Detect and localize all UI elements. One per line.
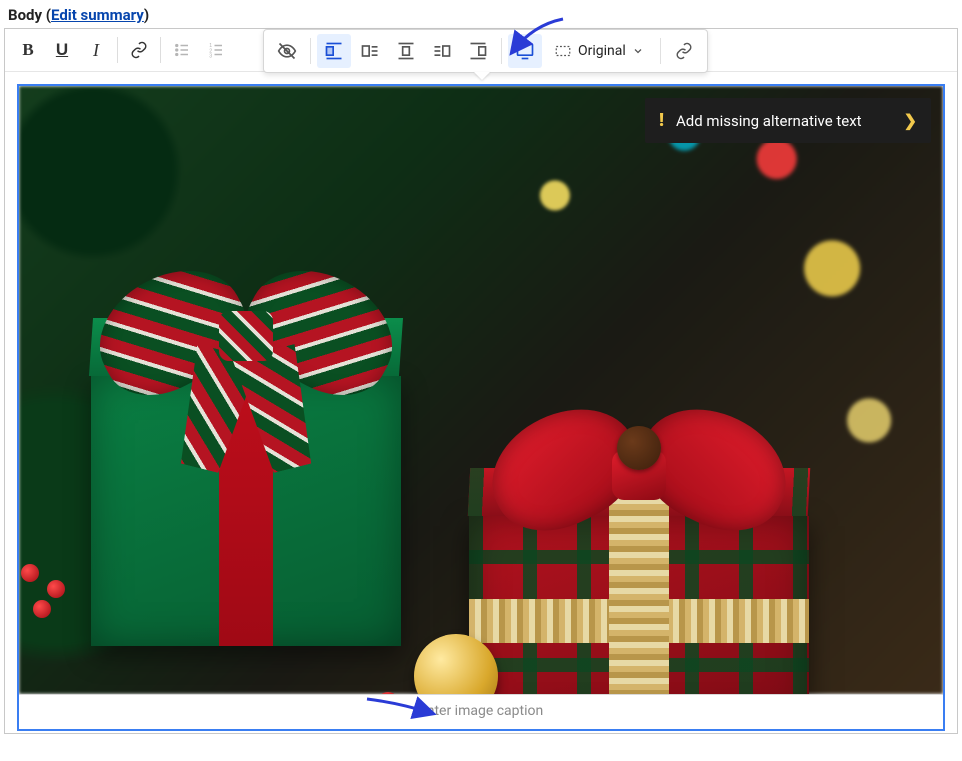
toolbar-divider [310,38,311,64]
align-center-icon [396,41,416,61]
align-left-button[interactable] [353,34,387,68]
toggle-caption-button[interactable] [270,34,304,68]
align-break-right-button[interactable] [461,34,495,68]
numbered-list-icon: 123 [207,41,225,59]
link-icon [675,42,693,60]
chevron-right-icon: ❯ [904,111,917,130]
align-left-icon [360,41,380,61]
chevron-down-icon [632,45,644,57]
resize-dropdown-label: Original [578,43,626,59]
toolbar-divider [501,38,502,64]
image-widget[interactable]: ! Add missing alternative text ❯ [17,84,945,731]
editor-content-area[interactable]: ! Add missing alternative text ❯ [5,72,957,733]
edit-summary-link[interactable]: Edit summary [51,6,144,24]
embedded-image[interactable]: ! Add missing alternative text ❯ [19,86,943,694]
toolbar-divider [160,37,161,63]
resize-full-width-button[interactable] [508,34,542,68]
link-icon [130,41,148,59]
bold-icon: B [22,40,33,60]
align-break-left-button[interactable] [317,34,351,68]
align-break-left-icon [324,41,344,61]
alt-text-banner[interactable]: ! Add missing alternative text ❯ [645,98,931,143]
warning-icon: ! [659,110,664,131]
underline-icon: U [56,40,68,60]
monitor-icon [515,41,535,61]
underline-button[interactable]: U [45,33,79,67]
align-right-button[interactable] [425,34,459,68]
image-link-button[interactable] [667,34,701,68]
italic-icon: I [93,40,99,61]
align-right-icon [432,41,452,61]
svg-text:3: 3 [209,54,212,60]
link-button[interactable] [122,33,156,67]
image-contextual-toolbar: Original [263,29,708,73]
italic-button[interactable]: I [79,33,113,67]
field-label: Body (Edit summary) [4,4,958,28]
toolbar-divider [660,38,661,64]
caption-area[interactable] [19,694,943,729]
main-toolbar: B U I 123 [5,29,957,72]
numbered-list-button[interactable]: 123 [199,33,233,67]
align-break-right-icon [468,41,488,61]
bullet-list-icon [173,41,191,59]
toolbar-divider [117,37,118,63]
field-label-text: Body [8,6,42,24]
editor-frame: B U I 123 [4,28,958,734]
bold-button[interactable]: B [11,33,45,67]
alt-text-banner-label: Add missing alternative text [676,112,862,130]
bullet-list-button[interactable] [165,33,199,67]
resize-custom-icon [554,42,572,60]
align-center-button[interactable] [389,34,423,68]
eye-off-icon [277,41,297,61]
resize-dropdown[interactable]: Original [544,36,654,66]
caption-input[interactable] [25,703,937,719]
